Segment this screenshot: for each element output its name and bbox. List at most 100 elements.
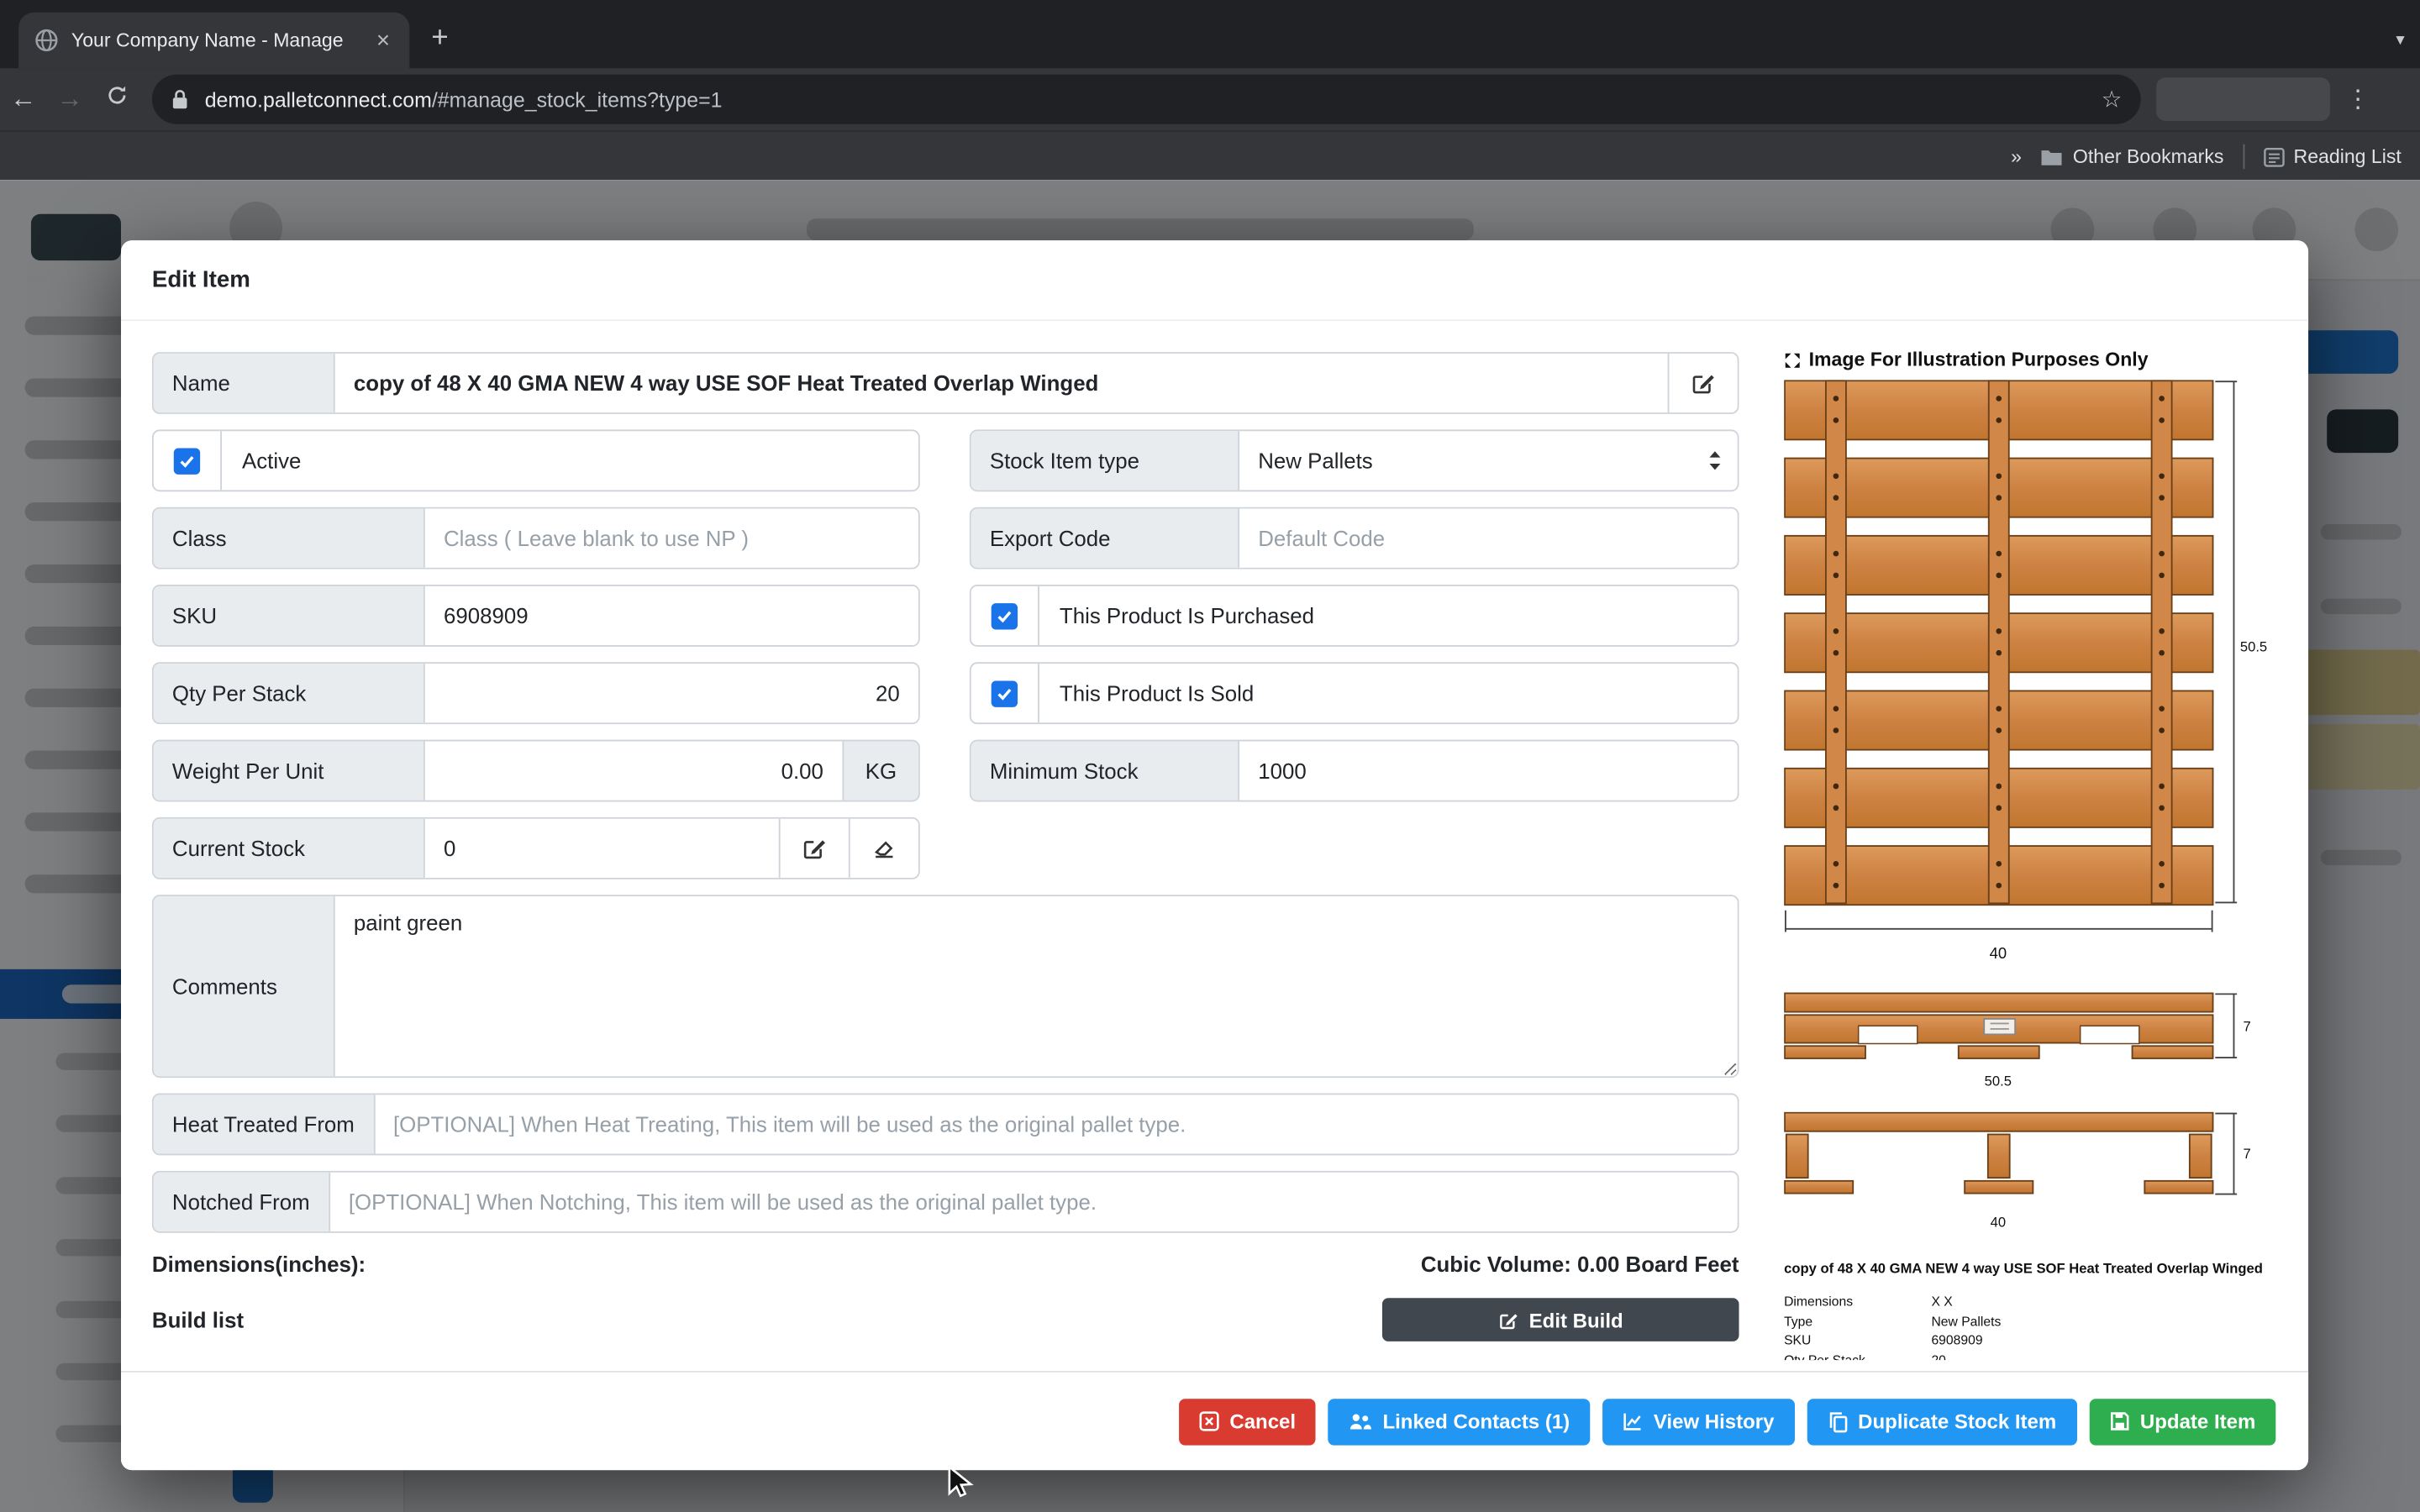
class-input[interactable] xyxy=(425,509,918,568)
comments-label: Comments xyxy=(154,896,335,1076)
side-long-thickness-dim: 7 xyxy=(2244,1019,2251,1035)
tab-title: Your Company Name - Manage xyxy=(71,29,369,51)
tab-list-chevron-icon[interactable]: ▾ xyxy=(2396,29,2404,50)
purchased-checkbox[interactable] xyxy=(971,586,1039,645)
weight-unit-addon: KG xyxy=(842,741,918,800)
modal-body: Name xyxy=(121,321,2308,1371)
update-item-button[interactable]: Update Item xyxy=(2089,1398,2275,1444)
browser-tab-strip: Your Company Name - Manage × + ▾ xyxy=(0,0,2420,68)
name-label: Name xyxy=(154,354,335,412)
spec-row: Qty Per Stack 20 xyxy=(1784,1350,2277,1360)
reading-list-label: Reading List xyxy=(2294,146,2402,168)
heat-treated-from-input[interactable] xyxy=(375,1095,1738,1153)
notched-from-input[interactable] xyxy=(330,1173,1738,1231)
sold-label: This Product Is Sold xyxy=(1039,664,1274,722)
back-button[interactable]: ← xyxy=(0,84,46,115)
duplicate-stock-item-button[interactable]: Duplicate Stock Item xyxy=(1807,1398,2076,1444)
qty-per-stack-label: Qty Per Stack xyxy=(154,664,425,722)
folder-icon xyxy=(2040,146,2064,166)
page-background: Edit Item Name xyxy=(0,180,2420,1512)
notched-from-field: Notched From xyxy=(152,1171,1739,1233)
spec-row: SKU 6908909 xyxy=(1784,1331,2277,1350)
browser-menu-icon[interactable]: ⋮ xyxy=(2345,84,2370,115)
export-code-input[interactable] xyxy=(1239,509,1738,568)
sold-checkbox-group: This Product Is Sold xyxy=(970,662,1739,724)
cancel-label: Cancel xyxy=(1229,1410,1296,1433)
other-bookmarks-button[interactable]: Other Bookmarks xyxy=(2040,146,2223,168)
current-stock-input[interactable] xyxy=(425,819,779,878)
bookmarks-divider xyxy=(2243,144,2244,170)
sku-input[interactable] xyxy=(425,586,918,645)
bookmarks-overflow-chevrons[interactable]: » xyxy=(2011,146,2022,168)
spec-row: Dimensions X X xyxy=(1784,1292,2277,1311)
view-history-button[interactable]: View History xyxy=(1602,1398,1795,1444)
stock-item-type-field: Stock Item type New Pallets xyxy=(970,429,1739,491)
reload-button[interactable] xyxy=(93,84,139,115)
pallet-side-view-long: 7 50.5 xyxy=(1784,993,2277,1095)
eraser-icon xyxy=(872,836,897,861)
stock-item-type-select[interactable]: New Pallets xyxy=(1239,431,1738,490)
class-field: Class xyxy=(152,507,920,570)
build-list-heading: Build list xyxy=(152,1307,244,1332)
active-checkbox-group: Active xyxy=(152,429,920,491)
heat-treated-from-field: Heat Treated From xyxy=(152,1094,1739,1156)
current-stock-field: Current Stock xyxy=(152,817,920,879)
purchased-checkbox-group: This Product Is Purchased xyxy=(970,585,1739,647)
illustration-caption: copy of 48 X 40 GMA NEW 4 way USE SOF He… xyxy=(1784,1261,2277,1276)
modal-header: Edit Item xyxy=(121,240,2308,321)
qty-per-stack-field: Qty Per Stack xyxy=(152,662,920,724)
clear-current-stock-button[interactable] xyxy=(849,819,918,878)
reload-icon xyxy=(105,84,129,108)
edit-build-button[interactable]: Edit Build xyxy=(1382,1298,1739,1341)
tab-close-icon[interactable]: × xyxy=(369,26,397,54)
pencil-square-icon xyxy=(1498,1310,1518,1330)
export-code-label: Export Code xyxy=(971,509,1239,568)
copy-icon xyxy=(1827,1410,1847,1432)
toolbar-profile-chip[interactable] xyxy=(2156,77,2330,121)
active-checkbox[interactable] xyxy=(154,431,222,490)
comments-field: Comments paint green xyxy=(152,895,1739,1078)
bookmark-star-icon[interactable]: ☆ xyxy=(2102,86,2123,113)
sku-label: SKU xyxy=(154,586,425,645)
dimensions-heading: Dimensions(inches): xyxy=(152,1252,366,1277)
edit-item-form: Name xyxy=(152,352,1739,1341)
forward-button[interactable]: → xyxy=(46,84,92,115)
top-view-height-dim: 50.5 xyxy=(2240,638,2267,654)
edit-name-button[interactable] xyxy=(1668,354,1738,412)
url-path: /#manage_stock_items?type=1 xyxy=(432,87,723,111)
browser-tab[interactable]: Your Company Name - Manage × xyxy=(18,13,409,68)
address-bar[interactable]: demo.palletconnect.com/#manage_stock_ite… xyxy=(152,75,2141,124)
mouse-cursor xyxy=(943,1464,977,1501)
new-tab-button[interactable]: + xyxy=(431,22,449,56)
name-input[interactable] xyxy=(335,354,1668,412)
other-bookmarks-label: Other Bookmarks xyxy=(2073,146,2224,168)
sku-field: SKU xyxy=(152,585,920,647)
minimum-stock-input[interactable] xyxy=(1239,741,1738,800)
users-icon xyxy=(1349,1411,1372,1431)
reading-list-icon xyxy=(2263,146,2285,166)
edit-build-label: Edit Build xyxy=(1529,1308,1623,1331)
edit-current-stock-button[interactable] xyxy=(779,819,849,878)
weight-per-unit-input[interactable] xyxy=(425,741,842,800)
qty-per-stack-input[interactable] xyxy=(425,664,918,722)
side-short-length-dim: 40 xyxy=(1991,1214,2006,1230)
browser-toolbar: ← → demo.palletconnect.com/#manage_stock… xyxy=(0,68,2420,130)
reading-list-button[interactable]: Reading List xyxy=(2263,146,2402,168)
sold-checkbox[interactable] xyxy=(971,664,1039,722)
x-square-icon xyxy=(1198,1411,1218,1431)
modal-footer: Cancel Linked Contacts (1) xyxy=(121,1371,2308,1470)
active-label: Active xyxy=(222,431,321,490)
edit-item-modal: Edit Item Name xyxy=(121,240,2308,1470)
notched-from-label: Notched From xyxy=(154,1173,330,1231)
cancel-button[interactable]: Cancel xyxy=(1178,1398,1316,1444)
expand-arrows-icon xyxy=(1784,351,1801,368)
linked-contacts-button[interactable]: Linked Contacts (1) xyxy=(1328,1398,1590,1444)
pallet-top-view: 50.5 40 xyxy=(1784,380,2277,977)
class-label: Class xyxy=(154,509,425,568)
linked-contacts-label: Linked Contacts (1) xyxy=(1382,1410,1570,1433)
view-history-label: View History xyxy=(1654,1410,1775,1433)
comments-textarea[interactable]: paint green xyxy=(335,896,1738,1076)
illustration-title: Image For Illustration Purposes Only xyxy=(1809,349,2149,370)
url-domain: demo.palletconnect.com xyxy=(205,87,432,111)
duplicate-stock-item-label: Duplicate Stock Item xyxy=(1858,1410,2056,1433)
